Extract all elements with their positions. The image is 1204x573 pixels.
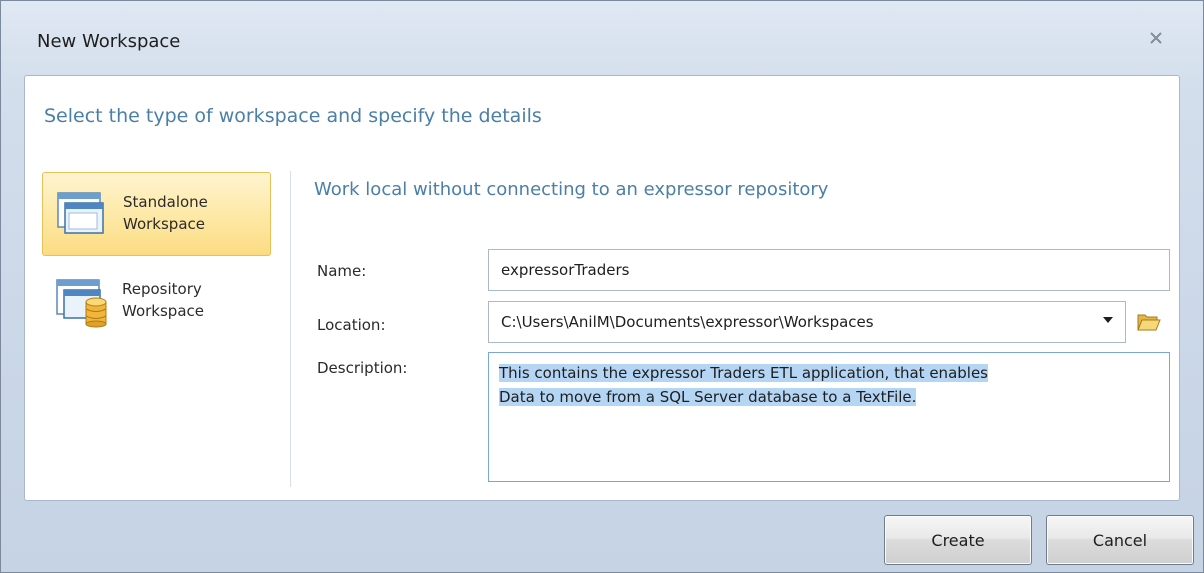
repository-label-line2: Workspace [122, 302, 204, 320]
folder-open-icon [1137, 314, 1161, 331]
workspace-type-repository[interactable]: Repository Workspace [42, 264, 271, 348]
cancel-button[interactable]: Cancel [1046, 515, 1194, 565]
location-dropdown-value: C:\Users\AnilM\Documents\expressor\Works… [501, 313, 874, 331]
workspace-type-standalone[interactable]: Standalone Workspace [42, 172, 271, 256]
dialog-title: New Workspace [37, 31, 181, 52]
description-line2: Data to move from a SQL Server database … [499, 388, 917, 406]
standalone-workspace-icon [57, 192, 104, 234]
dropdown-arrow-icon [1103, 317, 1113, 323]
close-icon [1150, 32, 1162, 44]
name-input[interactable]: expressorTraders [488, 249, 1170, 291]
details-subheader: Work local without connecting to an expr… [314, 179, 829, 200]
repository-workspace-icon [56, 279, 107, 328]
description-label: Description: [317, 359, 408, 377]
description-line1: This contains the expressor Traders ETL … [499, 364, 988, 382]
create-button[interactable]: Create [884, 515, 1032, 565]
location-dropdown[interactable]: C:\Users\AnilM\Documents\expressor\Works… [488, 301, 1126, 343]
name-input-value: expressorTraders [501, 261, 630, 279]
close-button[interactable] [1142, 26, 1170, 50]
description-textarea[interactable]: This contains the expressor Traders ETL … [488, 352, 1170, 482]
location-label: Location: [317, 316, 386, 334]
dialog-content-panel: Select the type of workspace and specify… [24, 75, 1180, 501]
browse-folder-button[interactable] [1136, 309, 1162, 335]
standalone-label-line1: Standalone [123, 193, 208, 211]
dialog-header: Select the type of workspace and specify… [44, 105, 542, 127]
new-workspace-dialog: New Workspace Select the type of workspa… [0, 0, 1204, 573]
standalone-label-line2: Workspace [123, 215, 205, 233]
repository-label-line1: Repository [122, 280, 202, 298]
name-label: Name: [317, 262, 367, 280]
vertical-divider [290, 171, 291, 487]
